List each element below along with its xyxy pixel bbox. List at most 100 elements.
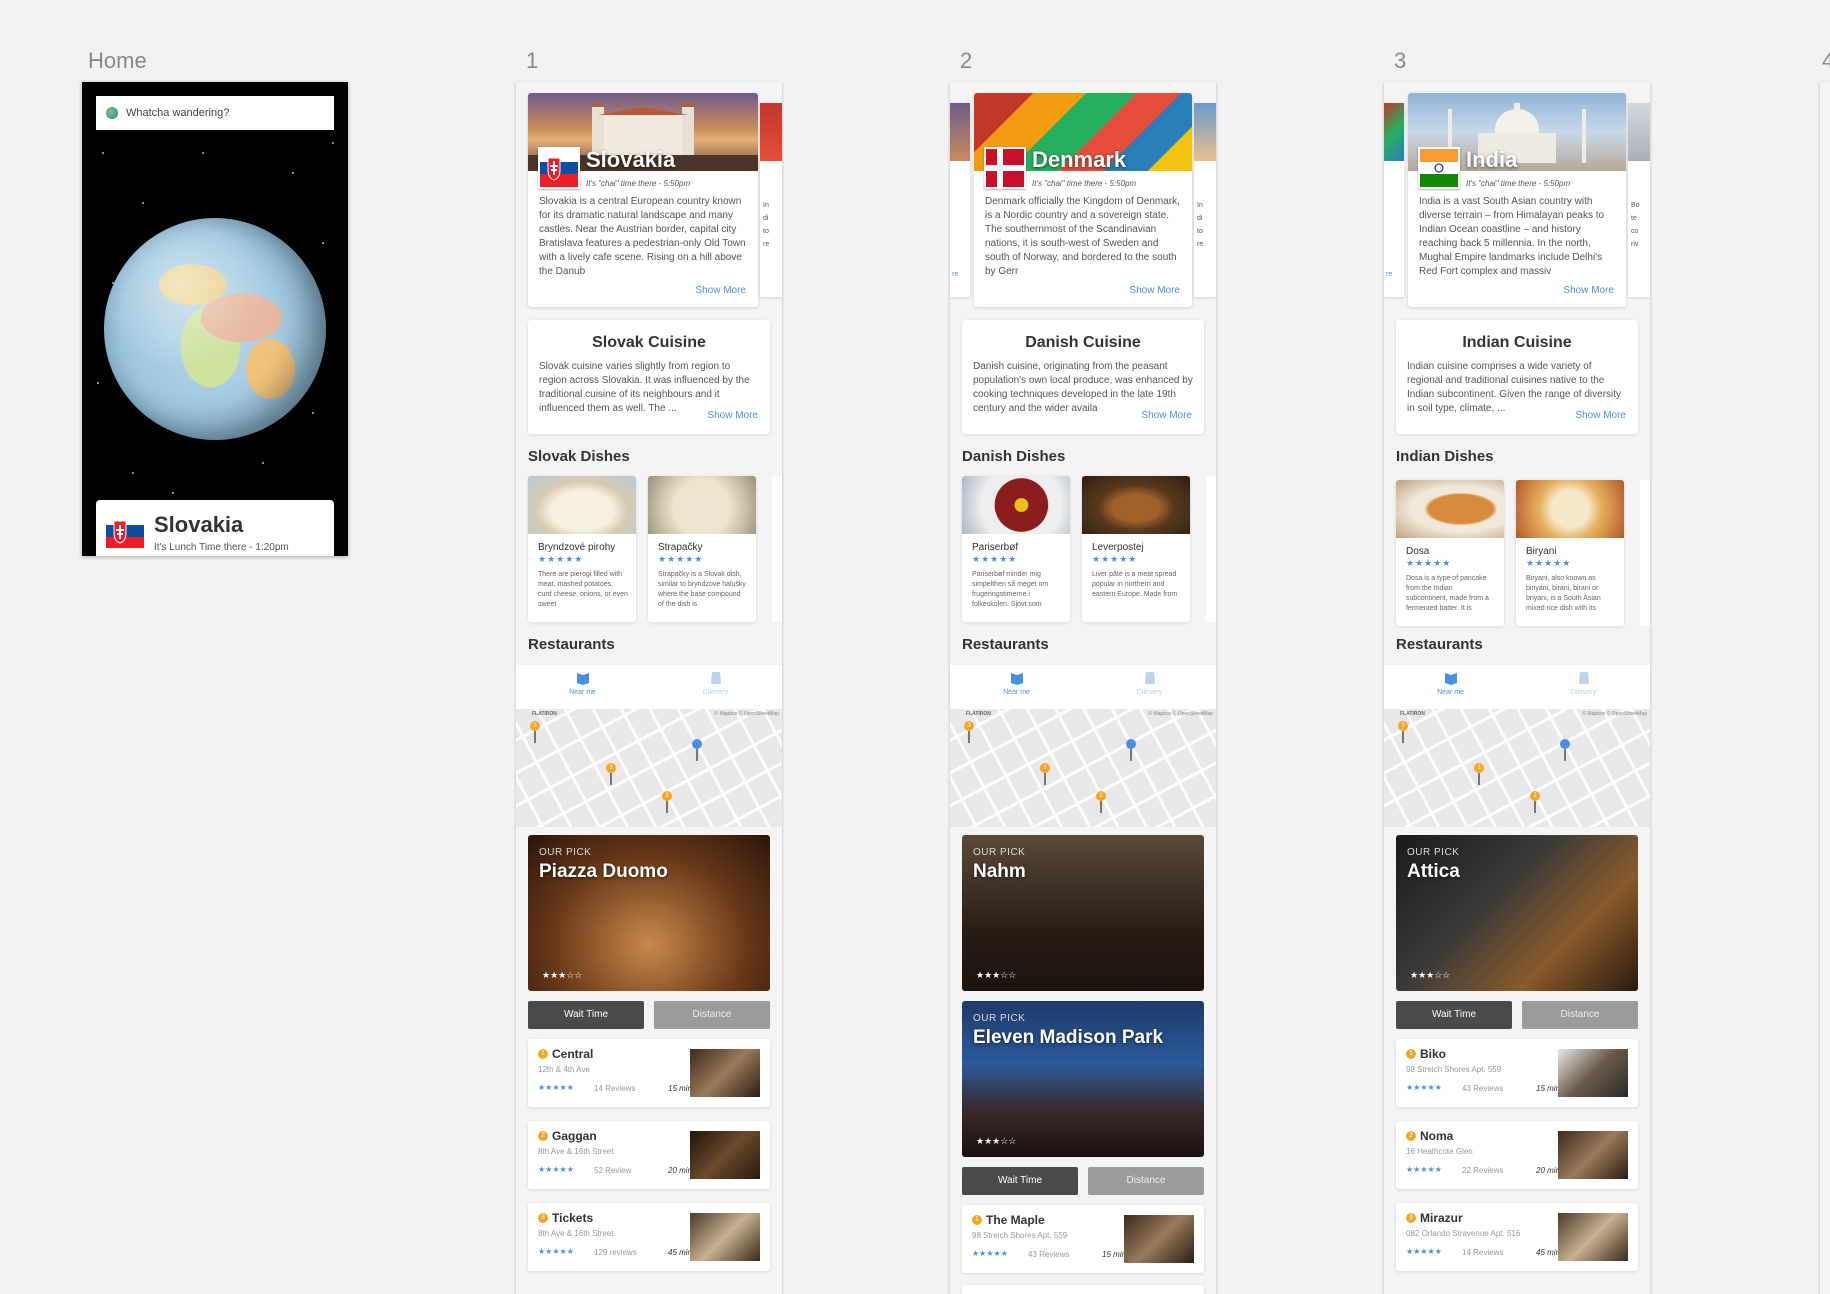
map-credit: © Mapbox © OpenStreetMap bbox=[1582, 711, 1647, 717]
restaurant-address: 98 Streich Shores Apt. 559 bbox=[1406, 1065, 1502, 1074]
our-pick-card[interactable]: OUR PICK Eleven Madison Park ★★★☆☆ bbox=[962, 1001, 1204, 1157]
country-preview-card[interactable]: Slovakia It's Lunch Time there - 1:20pm bbox=[96, 500, 334, 556]
show-more-link[interactable]: Show More bbox=[695, 285, 746, 296]
slovakia-flag-icon bbox=[538, 147, 580, 189]
dish-rating: ★★★★★ bbox=[658, 554, 704, 564]
restaurants-section-title: Restaurants bbox=[528, 636, 615, 653]
dish-card-peek[interactable] bbox=[1206, 476, 1216, 622]
dish-card[interactable]: Pariserbøf ★★★★★ Pariserbøf minder mig s… bbox=[962, 476, 1070, 622]
restaurant-map[interactable]: FLATIRON © Mapbox © OpenStreetMap 3 1 2 bbox=[950, 709, 1216, 827]
restaurant-image bbox=[1124, 1215, 1194, 1263]
wait-time-button[interactable]: Wait Time bbox=[962, 1167, 1078, 1195]
map-pin-current[interactable] bbox=[1126, 739, 1136, 761]
tab-delivery[interactable]: Dilevery bbox=[1083, 671, 1216, 696]
restaurant-item[interactable]: 1 Central 12th & 4th Ave ★★★★★ 14 Review… bbox=[528, 1039, 770, 1107]
show-more-link[interactable]: Show More bbox=[1563, 285, 1614, 296]
cuisine-card[interactable]: Indian Cuisine Indian cuisine comprises … bbox=[1396, 320, 1638, 434]
dish-image bbox=[648, 476, 756, 534]
country-name: Slovakia bbox=[586, 147, 676, 172]
prev-country-card-peek[interactable]: re bbox=[950, 103, 970, 297]
restaurant-rating: ★★★★★ bbox=[1406, 1247, 1442, 1256]
map-pin-2[interactable]: 2 bbox=[662, 791, 672, 813]
map-pin-current[interactable] bbox=[692, 739, 702, 761]
restaurant-item[interactable]: 2 Noma 16 Heathcote Glen ★★★★★ 22 Review… bbox=[1396, 1121, 1638, 1189]
search-bar[interactable]: Whatcha wandering? bbox=[96, 96, 334, 130]
dish-card[interactable]: Leverpostej ★★★★★ Liver pâté is a meat s… bbox=[1082, 476, 1190, 622]
dish-card[interactable]: Biryani ★★★★★ Biryani, also known as bir… bbox=[1516, 480, 1624, 626]
restaurant-map[interactable]: FLATIRON © Mapbox © OpenStreetMap 3 1 2 bbox=[516, 709, 782, 827]
map-pin-2[interactable]: 2 bbox=[1530, 791, 1540, 813]
map-pin-3[interactable]: 3 bbox=[964, 721, 974, 743]
restaurant-item[interactable] bbox=[962, 1285, 1204, 1294]
tab-near-me[interactable]: Near me bbox=[1384, 671, 1517, 696]
artboard-label-2: 2 bbox=[960, 48, 973, 73]
globe-icon bbox=[106, 107, 118, 119]
map-neighborhood-label: FLATIRON bbox=[966, 711, 991, 717]
restaurant-name: Biko bbox=[1420, 1047, 1447, 1061]
next-country-card-peek[interactable]: In di to re bbox=[760, 103, 782, 297]
our-pick-card[interactable]: OUR PICK Attica ★★★☆☆ bbox=[1396, 835, 1638, 991]
artboard-label-home: Home bbox=[88, 48, 147, 73]
restaurant-item[interactable]: 1 Biko 98 Streich Shores Apt. 559 ★★★★★ … bbox=[1396, 1039, 1638, 1107]
tab-delivery[interactable]: Dilevery bbox=[649, 671, 782, 696]
country-description: India is a vast South Asian country with… bbox=[1419, 196, 1605, 277]
map-pin-current[interactable] bbox=[1560, 739, 1570, 761]
restaurant-item[interactable]: 3 Tickets 8th Ave & 16th Street ★★★★★ 12… bbox=[528, 1203, 770, 1271]
world-globe[interactable] bbox=[104, 218, 326, 440]
dish-card[interactable]: Strapačky ★★★★★ Strapačky is a Slovak di… bbox=[648, 476, 756, 622]
tab-near-me[interactable]: Near me bbox=[950, 671, 1083, 696]
cuisine-card[interactable]: Danish Cuisine Danish cuisine, originati… bbox=[962, 320, 1204, 434]
country-card[interactable]: Slovakia It's "chai" time there - 5:50pm… bbox=[528, 93, 758, 307]
show-more-link[interactable]: Show More bbox=[1129, 285, 1180, 296]
cuisine-card[interactable]: Slovak Cuisine Slovak cuisine varies sli… bbox=[528, 320, 770, 434]
restaurant-item[interactable]: 3 Mirazur 082 Orlando Stravenue Apt. 516… bbox=[1396, 1203, 1638, 1271]
dish-card[interactable]: Bryndzové pirohy ★★★★★ There are pierogi… bbox=[528, 476, 636, 622]
dish-card-peek[interactable] bbox=[1640, 480, 1650, 626]
wait-time-button[interactable]: Wait Time bbox=[528, 1001, 644, 1029]
restaurant-map[interactable]: FLATIRON © Mapbox © OpenStreetMap 3 1 2 bbox=[1384, 709, 1650, 827]
our-pick-card[interactable]: OUR PICK Nahm ★★★☆☆ bbox=[962, 835, 1204, 991]
restaurant-item[interactable]: 1 The Maple 98 Streich Shores Apt. 559 ★… bbox=[962, 1205, 1204, 1273]
restaurant-rank: 2 bbox=[538, 1131, 548, 1141]
dish-card-peek[interactable] bbox=[772, 476, 782, 622]
restaurant-name: The Maple bbox=[986, 1213, 1045, 1227]
map-pin-1[interactable]: 1 bbox=[1474, 763, 1484, 785]
peek-text: re bbox=[1386, 271, 1393, 278]
india-flag-icon bbox=[1418, 147, 1460, 189]
our-pick-card[interactable]: OUR PICK Piazza Duomo ★★★☆☆ bbox=[528, 835, 770, 991]
dishes-section-title: Slovak Dishes bbox=[528, 448, 630, 465]
tab-near-me[interactable]: Near me bbox=[516, 671, 649, 696]
distance-button[interactable]: Distance bbox=[654, 1001, 770, 1029]
country-card[interactable]: India It's "chai" time there - 5:50pm In… bbox=[1408, 93, 1626, 307]
distance-button[interactable]: Distance bbox=[1522, 1001, 1638, 1029]
show-more-link[interactable]: Show More bbox=[707, 410, 758, 421]
our-pick-name: Nahm bbox=[973, 861, 1026, 882]
show-more-link[interactable]: Show More bbox=[1575, 410, 1626, 421]
map-pin-3[interactable]: 3 bbox=[530, 721, 540, 743]
map-pin-1[interactable]: 1 bbox=[1040, 763, 1050, 785]
delivery-bag-icon bbox=[1578, 672, 1589, 684]
dish-name: Bryndzové pirohy bbox=[538, 542, 616, 553]
search-placeholder: Whatcha wandering? bbox=[126, 107, 230, 119]
our-pick-label: OUR PICK bbox=[1407, 847, 1460, 858]
dish-image bbox=[962, 476, 1070, 534]
prev-country-card-peek[interactable]: re bbox=[1384, 103, 1404, 297]
map-pin-2[interactable]: 2 bbox=[1096, 791, 1106, 813]
restaurant-address: 16 Heathcote Glen bbox=[1406, 1147, 1473, 1156]
restaurant-image bbox=[1558, 1213, 1628, 1261]
country-card[interactable]: Denmark It's "chai" time there - 5:50pm … bbox=[974, 93, 1192, 307]
distance-button[interactable]: Distance bbox=[1088, 1167, 1204, 1195]
show-more-link[interactable]: Show More bbox=[1141, 410, 1192, 421]
wait-time-button[interactable]: Wait Time bbox=[1396, 1001, 1512, 1029]
country-name: India bbox=[1466, 147, 1518, 172]
map-pin-1[interactable]: 1 bbox=[606, 763, 616, 785]
restaurant-item[interactable]: 2 Gaggan 8th Ave & 16th Street ★★★★★ 52 … bbox=[528, 1121, 770, 1189]
restaurant-image bbox=[1558, 1049, 1628, 1097]
dish-card[interactable]: Dosa ★★★★★ Dosa is a type of pancake fro… bbox=[1396, 480, 1504, 626]
next-country-card-peek[interactable]: In di to re bbox=[1194, 103, 1216, 297]
tab-delivery[interactable]: Dilevery bbox=[1517, 671, 1650, 696]
dish-rating: ★★★★★ bbox=[538, 554, 584, 564]
next-country-card-peek[interactable]: Bo te co riv bbox=[1628, 103, 1650, 297]
preview-country-time: It's Lunch Time there - 1:20pm bbox=[154, 542, 289, 553]
map-pin-3[interactable]: 3 bbox=[1398, 721, 1408, 743]
